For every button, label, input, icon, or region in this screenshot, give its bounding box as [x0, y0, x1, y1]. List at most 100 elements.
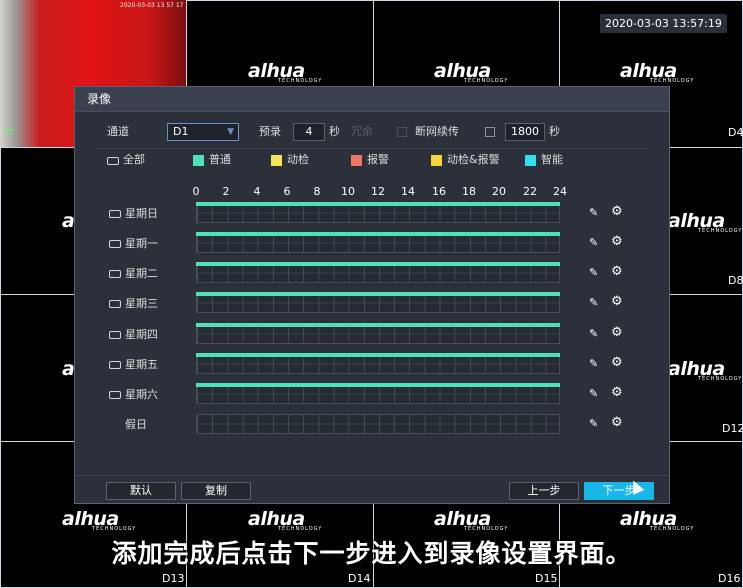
schedule-bar-normal[interactable] [196, 353, 560, 357]
hour-scale: 0 2 4 6 8 10 12 14 16 18 20 22 24 [75, 185, 671, 199]
dahua-logo: alhuaTECHNOLOGY [620, 508, 694, 532]
pencil-icon[interactable]: ✎ [589, 417, 598, 430]
pencil-icon[interactable]: ✎ [589, 266, 598, 279]
schedule-timeline[interactable] [196, 354, 560, 374]
select-all-checkbox[interactable] [107, 157, 119, 165]
schedule-bar-normal[interactable] [196, 262, 560, 266]
gear-icon[interactable]: ⚙ [611, 355, 623, 370]
dahua-logo: alhuaTECHNOLOGY [668, 210, 742, 234]
day-checkbox[interactable] [109, 300, 121, 308]
channel-select-value: D1 [173, 125, 189, 138]
hour-tick-label: 8 [313, 185, 321, 198]
day-checkbox[interactable] [109, 391, 121, 399]
pencil-icon[interactable]: ✎ [589, 327, 598, 340]
gear-icon[interactable]: ⚙ [611, 234, 623, 249]
gear-icon[interactable]: ⚙ [611, 204, 623, 219]
record-dialog: 录像 通道 D1 ▼ 预录 4 秒 冗余 断网续传 1800 秒 全部 普通 动… [74, 86, 670, 504]
logo-sub: TECHNOLOGY [278, 78, 323, 84]
dahua-logo: alhuaTECHNOLOGY [248, 60, 322, 84]
next-button[interactable]: 下一步 [584, 482, 654, 500]
hour-tick-label: 16 [432, 185, 446, 198]
schedule-row-monday: 星期一 ✎ ⚙ [75, 232, 671, 254]
channel-label-d8: D8 [728, 274, 743, 287]
day-checkbox[interactable] [109, 210, 121, 218]
dialog-title: 录像 [75, 87, 669, 112]
channel-label-d16: D16 [718, 572, 741, 585]
legend-alarm-label: 报警 [367, 153, 389, 166]
gear-icon[interactable]: ⚙ [611, 294, 623, 309]
select-all-label: 全部 [123, 153, 145, 166]
pencil-icon[interactable]: ✎ [589, 236, 598, 249]
dahua-logo: alhuaTECHNOLOGY [668, 358, 742, 382]
schedule-bar-normal[interactable] [196, 232, 560, 236]
schedule-timeline[interactable] [196, 384, 560, 404]
gear-icon[interactable]: ⚙ [611, 264, 623, 279]
logo-sub: TECHNOLOGY [278, 526, 323, 532]
schedule-bar-normal[interactable] [196, 323, 560, 327]
legend-normal-swatch[interactable] [193, 155, 204, 166]
hour-tick-label: 0 [192, 185, 200, 198]
schedule-bar-normal[interactable] [196, 292, 560, 296]
divider [95, 148, 649, 149]
schedule-bar-normal[interactable] [196, 383, 560, 387]
channel-select[interactable]: D1 ▼ [167, 123, 239, 141]
prerecord-unit: 秒 [329, 125, 340, 138]
day-label: 星期五 [125, 358, 158, 371]
schedule-row-holiday: 假日 ✎ ⚙ [75, 413, 671, 435]
legend-alarm-swatch[interactable] [351, 155, 362, 166]
pencil-icon[interactable]: ✎ [589, 296, 598, 309]
schedule-timeline[interactable] [196, 263, 560, 283]
prerecord-label: 预录 [259, 125, 281, 138]
legend-smart-swatch[interactable] [525, 155, 536, 166]
legend-smart-label: 智能 [541, 153, 563, 166]
legend-motion-swatch[interactable] [271, 155, 282, 166]
default-button[interactable]: 默认 [106, 482, 176, 500]
hour-tick-label: 20 [492, 185, 506, 198]
hour-tick-label: 18 [462, 185, 476, 198]
reconnect-input[interactable]: 1800 [505, 123, 545, 141]
hour-tick-label: 10 [341, 185, 355, 198]
logo-sub: TECHNOLOGY [464, 78, 509, 84]
record-type-legend: 全部 普通 动检 报警 动检&报警 智能 [107, 153, 669, 169]
pencil-icon[interactable]: ✎ [589, 357, 598, 370]
legend-motion-label: 动检 [287, 153, 309, 166]
gear-icon[interactable]: ⚙ [611, 325, 623, 340]
prerecord-input[interactable]: 4 [293, 123, 325, 141]
day-checkbox[interactable] [109, 361, 121, 369]
logo-sub: TECHNOLOGY [698, 376, 743, 382]
reconnect-checkbox[interactable] [485, 127, 495, 137]
schedule-timeline[interactable] [196, 203, 560, 223]
day-checkbox[interactable] [109, 240, 121, 248]
channel-label: 通道 [107, 125, 129, 138]
schedule-row-tuesday: 星期二 ✎ ⚙ [75, 262, 671, 284]
pencil-icon[interactable]: ✎ [589, 387, 598, 400]
logo-sub: TECHNOLOGY [92, 526, 137, 532]
dahua-logo: alhuaTECHNOLOGY [62, 508, 136, 532]
schedule-timeline[interactable] [196, 233, 560, 253]
copy-button[interactable]: 复制 [181, 482, 251, 500]
gear-icon[interactable]: ⚙ [611, 415, 623, 430]
legend-motion-alarm-swatch[interactable] [431, 155, 442, 166]
day-label: 星期四 [125, 328, 158, 341]
schedule-timeline[interactable] [196, 414, 560, 434]
schedule-timeline[interactable] [196, 324, 560, 344]
gear-icon[interactable]: ⚙ [611, 385, 623, 400]
schedule-bar-normal[interactable] [196, 202, 560, 206]
camera-1-label: IPC [4, 128, 16, 136]
day-label: 假日 [125, 418, 147, 431]
reconnect-label: 断网续传 [415, 125, 459, 138]
dahua-logo: alhuaTECHNOLOGY [248, 508, 322, 532]
channel-label-d15: D15 [535, 572, 558, 585]
prev-button[interactable]: 上一步 [509, 482, 579, 500]
schedule-row-friday: 星期五 ✎ ⚙ [75, 353, 671, 375]
day-checkbox[interactable] [109, 270, 121, 278]
schedule-timeline[interactable] [196, 293, 560, 313]
schedule-row-saturday: 星期六 ✎ ⚙ [75, 383, 671, 405]
legend-motion-alarm-label: 动检&报警 [447, 153, 500, 166]
hour-tick-label: 14 [401, 185, 415, 198]
day-label: 星期一 [125, 237, 158, 250]
schedule-row-wednesday: 星期三 ✎ ⚙ [75, 292, 671, 314]
dahua-logo: alhuaTECHNOLOGY [620, 60, 694, 84]
pencil-icon[interactable]: ✎ [589, 206, 598, 219]
day-checkbox[interactable] [109, 331, 121, 339]
